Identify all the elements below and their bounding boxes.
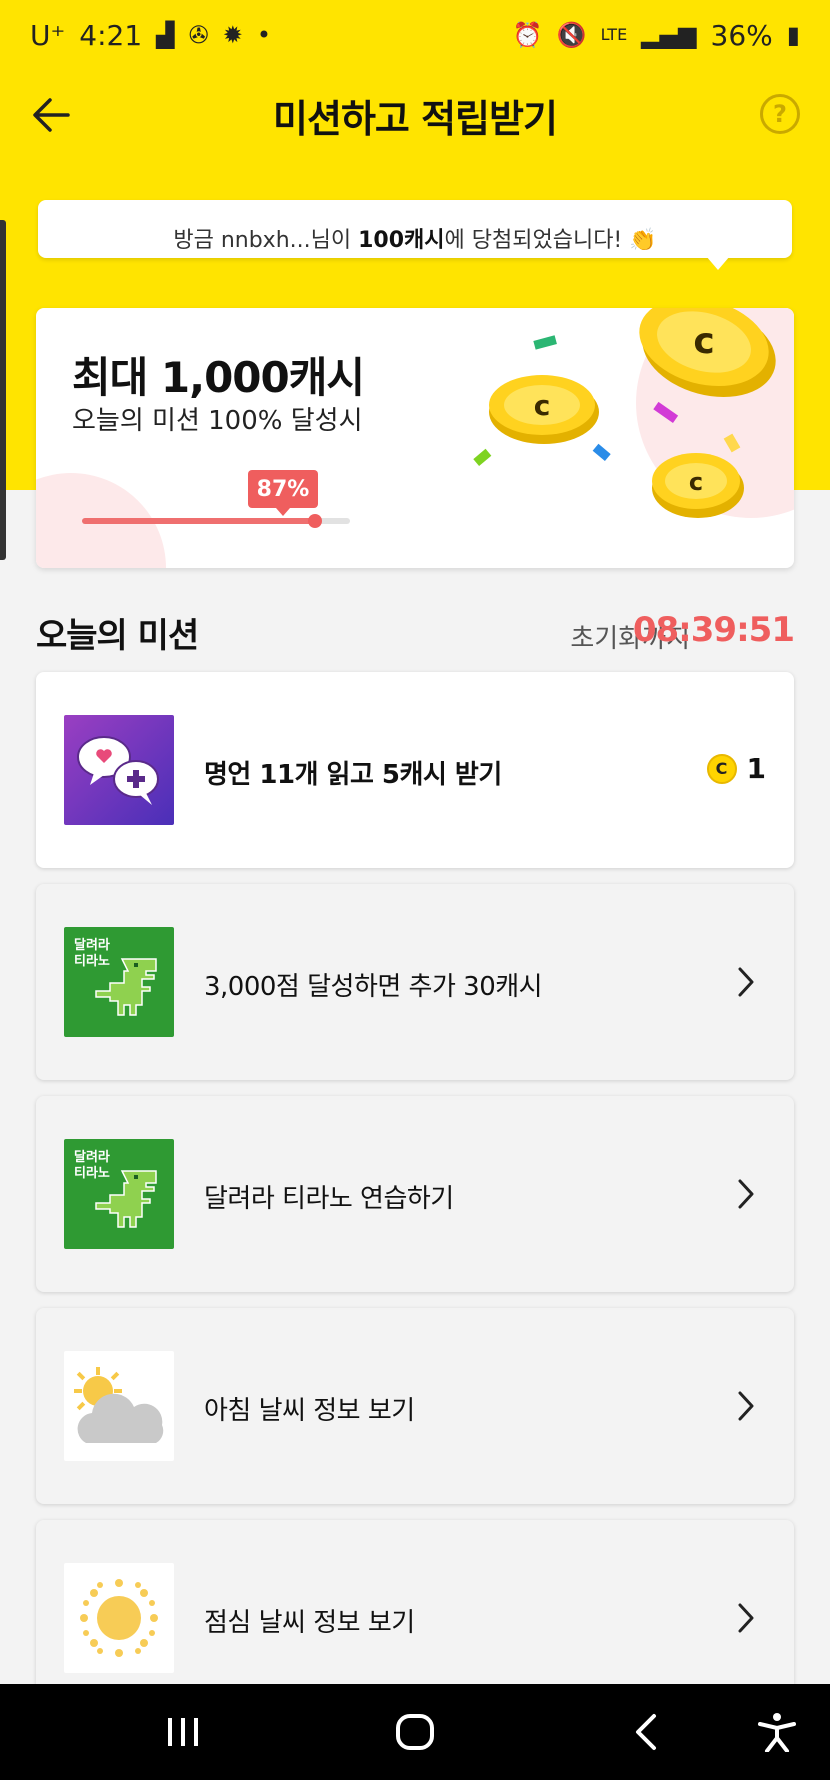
dot-icon: •	[256, 21, 272, 49]
chevron-right-icon	[738, 967, 754, 997]
status-left: U⁺ 4:21 ▟ ✇ ✹ •	[30, 19, 271, 52]
svg-text:c: c	[534, 389, 551, 422]
home-icon[interactable]	[390, 1712, 440, 1752]
mission-label: 3,000점 달성하면 추가 30캐시	[204, 972, 543, 1002]
edge-panel-handle[interactable]	[0, 220, 6, 560]
aperture-icon: ✇	[188, 21, 209, 49]
carrier-label: U⁺	[30, 18, 66, 52]
accessibility-icon[interactable]	[752, 1712, 802, 1752]
quote-chat-icon	[64, 715, 174, 825]
progress-fill	[82, 518, 316, 524]
mission-item-quotes[interactable]: 명언 11개 읽고 5캐시 받기 C 1	[36, 672, 794, 868]
signal-icon: ▂▄▆	[641, 21, 697, 49]
svg-text:티라노: 티라노	[74, 1165, 110, 1181]
winner-banner: 방금 nnbxh...님이 100캐시에 당첨되었습니다! 👏	[38, 200, 792, 258]
help-icon[interactable]: ?	[760, 94, 800, 134]
mute-icon: 🔇	[556, 21, 587, 49]
progress-bar	[82, 514, 350, 528]
coin-count: 1	[746, 752, 766, 785]
mission-label: 점심 날씨 정보 보기	[204, 1608, 415, 1638]
missions-section-title: 오늘의 미션	[36, 616, 199, 656]
winner-banner-tail	[706, 256, 730, 270]
dino-game-icon: 달려라 티라노	[64, 927, 174, 1037]
winner-suffix: 에 당첨되었습니다! 👏	[444, 228, 657, 253]
back-nav-icon[interactable]	[622, 1712, 672, 1752]
reset-countdown: 08:39:51	[632, 610, 795, 650]
page-title: 미션하고 적립받기	[273, 97, 558, 141]
svg-text:달려라: 달려라	[74, 1149, 110, 1165]
chevron-right-icon	[738, 1391, 754, 1421]
alarm-icon: ⏰	[512, 21, 543, 49]
gear-icon: ✹	[222, 21, 243, 49]
battery-icon: ▮	[786, 21, 800, 49]
mission-label: 명언 11개 읽고 5캐시 받기	[204, 760, 502, 790]
chevron-right-icon	[738, 1603, 754, 1633]
recent-apps-icon[interactable]	[158, 1712, 208, 1752]
svg-text:달려라: 달려라	[74, 937, 110, 953]
mission-item-dino-score[interactable]: 달려라 티라노 3,000점 달성하면 추가 30캐시	[36, 884, 794, 1080]
system-nav-bar	[0, 1684, 830, 1780]
dino-game-icon: 달려라 티라노	[64, 1139, 174, 1249]
mission-item-morning-weather[interactable]: 아침 날씨 정보 보기	[36, 1308, 794, 1504]
mission-label: 달려라 티라노 연습하기	[204, 1184, 454, 1214]
chevron-right-icon	[738, 1179, 754, 1209]
progress-knob	[308, 514, 323, 528]
reward-subtitle: 오늘의 미션 100% 달성시	[72, 406, 363, 436]
clock: 4:21	[79, 18, 143, 52]
winner-amount: 100캐시	[358, 228, 445, 253]
svg-text:c: c	[689, 468, 703, 496]
status-bar: U⁺ 4:21 ▟ ✇ ✹ • ⏰ 🔇 LTE ▂▄▆ 36% ▮	[0, 0, 830, 70]
coin-reward: C 1	[706, 752, 766, 785]
mission-item-dino-practice[interactable]: 달려라 티라노 달려라 티라노 연습하기	[36, 1096, 794, 1292]
reward-card: 최대 1,000캐시 오늘의 미션 100% 달성시 87% c c c	[36, 308, 794, 568]
winner-text: 방금 nnbxh...님이 100캐시에 당첨되었습니다! 👏	[38, 222, 792, 254]
progress-percent-badge: 87%	[248, 470, 318, 516]
mission-label: 아침 날씨 정보 보기	[204, 1396, 415, 1426]
svg-text:티라노: 티라노	[74, 953, 110, 969]
svg-text:c: c	[693, 321, 714, 362]
reward-amount: 최대 1,000캐시	[72, 353, 365, 402]
stairs-icon: ▟	[156, 21, 175, 49]
battery-label: 36%	[710, 18, 773, 52]
sun-cloud-icon	[64, 1351, 174, 1461]
sun-icon	[64, 1563, 174, 1673]
winner-prefix: 방금 nnbxh...님이	[173, 228, 359, 253]
status-right: ⏰ 🔇 LTE ▂▄▆ 36% ▮	[513, 19, 800, 52]
coin-icon: C	[706, 753, 737, 784]
coins-illustration-icon: c c c	[473, 308, 776, 518]
app-header: 미션하고 적립받기 ?	[0, 70, 830, 160]
network-label: LTE	[600, 25, 628, 44]
